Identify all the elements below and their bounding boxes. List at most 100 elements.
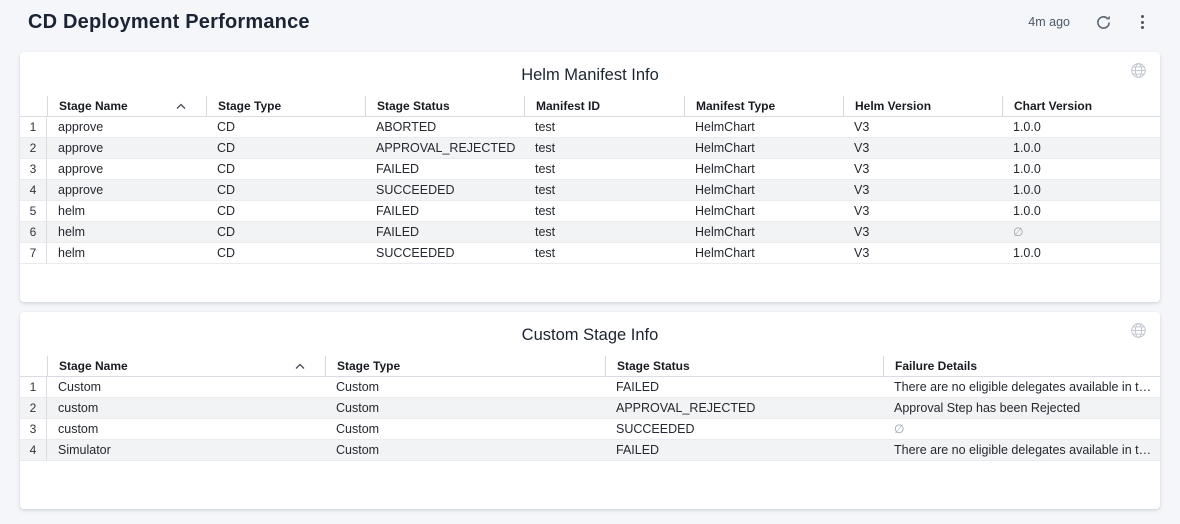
row-number: 1	[20, 117, 47, 138]
sort-ascending-icon	[176, 103, 186, 110]
custom-stage-table: Stage Name Stage Type Stage Status Failure …	[20, 356, 1160, 461]
table-header-row: Stage Name Stage Type Stage Status Failure …	[20, 356, 1160, 377]
last-refresh-time: 4m ago	[1028, 15, 1070, 29]
dashboard-topbar: CD Deployment Performance 4m ago	[0, 0, 1180, 44]
column-header-stage-status[interactable]: Stage Status	[365, 96, 524, 117]
globe-icon	[1130, 62, 1147, 79]
table-cell: HelmChart	[684, 117, 843, 138]
table-cell: Simulator	[47, 440, 325, 461]
table-cell: CD	[206, 117, 365, 138]
table-cell: V3	[843, 180, 1002, 201]
column-header-stage-type[interactable]: Stage Type	[325, 356, 605, 377]
table-cell: test	[524, 117, 684, 138]
table-cell: FAILED	[365, 222, 524, 243]
table-cell: V3	[843, 159, 1002, 180]
table-cell: test	[524, 201, 684, 222]
panel-custom-stage-info: Custom Stage Info Stage NameStage TypeSt…	[20, 312, 1160, 509]
row-number: 1	[20, 377, 47, 398]
table-cell: V3	[843, 222, 1002, 243]
table-row: 2approveCDAPPROVAL_REJECTEDtestHelmChart…	[20, 138, 1160, 159]
table-cell: ∅	[1002, 222, 1160, 243]
column-label: Stage Name	[59, 356, 128, 377]
column-header-failure-details[interactable]: Failure Details	[883, 356, 1160, 377]
table-cell: Approval Step has been Rejected	[883, 398, 1160, 419]
table-cell: 1.0.0	[1002, 117, 1160, 138]
table-cell: CD	[206, 222, 365, 243]
table-row: 1approveCDABORTEDtestHelmChartV31.0.0	[20, 117, 1160, 138]
table-cell: helm	[47, 222, 206, 243]
column-label: Failure Details	[895, 356, 977, 377]
row-number: 2	[20, 398, 47, 419]
row-number: 7	[20, 243, 47, 264]
table-row: 4approveCDSUCCEEDEDtestHelmChartV31.0.0	[20, 180, 1160, 201]
table-cell: FAILED	[605, 440, 883, 461]
column-label: Stage Type	[337, 356, 400, 377]
table-cell: approve	[47, 138, 206, 159]
panel-helm-manifest-info: Helm Manifest Info Stage NameStage TypeS…	[20, 52, 1160, 302]
column-header-chart-version[interactable]: Chart Version	[1002, 96, 1160, 117]
table-cell: 1.0.0	[1002, 180, 1160, 201]
table-cell: HelmChart	[684, 243, 843, 264]
table-cell: CD	[206, 243, 365, 264]
table-cell: SUCCEEDED	[365, 243, 524, 264]
column-header-stage-status[interactable]: Stage Status	[605, 356, 883, 377]
refresh-button[interactable]	[1092, 11, 1115, 34]
table-row: 5helmCDFAILEDtestHelmChartV31.0.0	[20, 201, 1160, 222]
table-cell: FAILED	[605, 377, 883, 398]
page-title: CD Deployment Performance	[28, 11, 1028, 34]
table-row: 6helmCDFAILEDtestHelmChartV3∅	[20, 222, 1160, 243]
table-cell: Custom	[325, 398, 605, 419]
table-cell: approve	[47, 117, 206, 138]
table-cell: V3	[843, 201, 1002, 222]
table-cell: FAILED	[365, 159, 524, 180]
table-cell: CD	[206, 201, 365, 222]
table-cell: Custom	[325, 377, 605, 398]
table-cell: custom	[47, 398, 325, 419]
table-cell: SUCCEEDED	[605, 419, 883, 440]
column-header-stage-type[interactable]: Stage Type	[206, 96, 365, 117]
column-header-stage-name[interactable]: Stage Name	[47, 356, 325, 377]
table-cell: approve	[47, 180, 206, 201]
table-cell: There are no eligible delegates availabl…	[883, 377, 1160, 398]
table-cell: test	[524, 138, 684, 159]
row-number: 5	[20, 201, 47, 222]
table-cell: Custom	[325, 419, 605, 440]
row-number: 3	[20, 419, 47, 440]
table-cell: test	[524, 180, 684, 201]
table-cell: HelmChart	[684, 138, 843, 159]
table-cell: CD	[206, 138, 365, 159]
row-number: 4	[20, 180, 47, 201]
helm-manifest-table: Stage NameStage Type Stage Status Manifest…	[20, 96, 1160, 264]
table-cell: 1.0.0	[1002, 243, 1160, 264]
table-header-row: Stage NameStage Type Stage Status Manifest…	[20, 96, 1160, 117]
row-number: 2	[20, 138, 47, 159]
table-cell: SUCCEEDED	[365, 180, 524, 201]
row-number: 6	[20, 222, 47, 243]
globe-icon	[1130, 322, 1147, 339]
table-row: 3approveCDFAILEDtestHelmChartV31.0.0	[20, 159, 1160, 180]
table-cell: test	[524, 243, 684, 264]
refresh-icon	[1095, 14, 1112, 31]
column-header-manifest-type[interactable]: Manifest Type	[684, 96, 843, 117]
table-cell: Custom	[47, 377, 325, 398]
table-cell: test	[524, 159, 684, 180]
panel-menu-button[interactable]	[1135, 11, 1150, 33]
panel-title: Custom Stage Info	[20, 326, 1160, 345]
column-label: Manifest ID	[536, 96, 600, 117]
table-cell: Custom	[325, 440, 605, 461]
table-cell: HelmChart	[684, 222, 843, 243]
column-label: Chart Version	[1014, 96, 1092, 117]
column-label: Stage Status	[617, 356, 690, 377]
column-header-helm-version[interactable]: Helm Version	[843, 96, 1002, 117]
table-row: 7helmCDSUCCEEDEDtestHelmChartV31.0.0	[20, 243, 1160, 264]
table-cell: There are no eligible delegates availabl…	[883, 440, 1160, 461]
table-cell: APPROVAL_REJECTED	[605, 398, 883, 419]
column-label: Stage Status	[377, 96, 450, 117]
column-header-manifest-id[interactable]: Manifest ID	[524, 96, 684, 117]
table-cell: ABORTED	[365, 117, 524, 138]
table-cell: helm	[47, 243, 206, 264]
column-header-stage-name[interactable]: Stage Name	[47, 96, 206, 117]
table-cell: ∅	[883, 419, 1160, 440]
column-label: Helm Version	[855, 96, 931, 117]
table-cell: 1.0.0	[1002, 138, 1160, 159]
